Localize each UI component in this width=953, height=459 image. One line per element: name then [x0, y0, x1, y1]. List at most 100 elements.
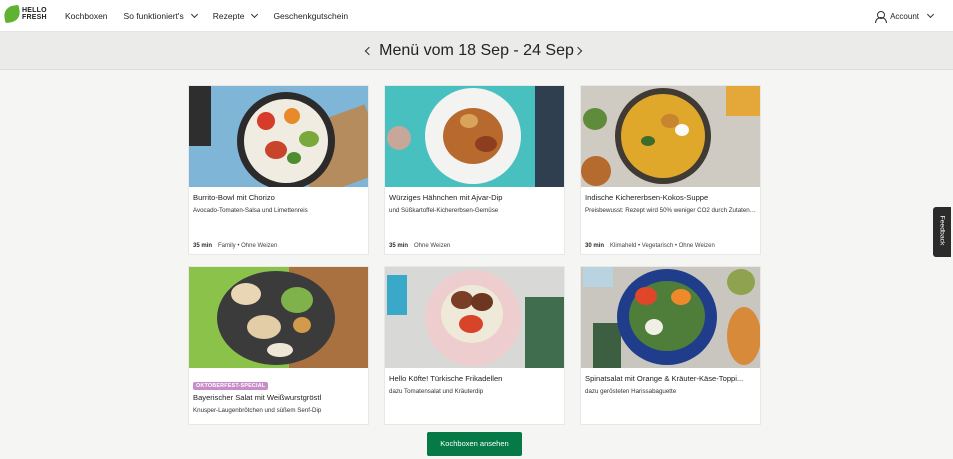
recipe-title: Hello Köfte! Türkische Frikadellen — [389, 374, 503, 383]
recipe-meta: 30 min Klimaheld • Vegetarisch • Ohne Wei… — [585, 243, 715, 249]
recipe-card-body: Spinatsalat mit Orange & Kräuter-Käse-To… — [581, 368, 760, 399]
recipe-tags: Ohne Weizen — [414, 243, 451, 249]
recipe-image — [385, 267, 564, 368]
side-bowl-image — [581, 156, 611, 186]
recipe-subtitle: dazu gerösteten Harissabaguette — [585, 388, 677, 395]
recipe-card[interactable]: Burrito-Bowl mit Chorizo Avocado-Tomaten… — [188, 85, 369, 255]
recipe-image — [581, 267, 760, 368]
recipe-tags: Family • Ohne Weizen — [218, 243, 278, 249]
recipe-subtitle: dazu Tomatensalat und Kräuterdip — [389, 388, 484, 395]
recipe-image — [189, 86, 368, 187]
bowl-side-image — [189, 86, 211, 146]
sausage-image — [293, 317, 311, 333]
next-week-button[interactable] — [572, 42, 590, 60]
nav-links: Kochboxen So funktioniert's Rezepte Gesc… — [65, 0, 364, 32]
napkin-image — [525, 297, 564, 368]
feedback-tab[interactable]: Feedback — [933, 207, 951, 257]
leaf-logo-icon — [2, 4, 22, 24]
recipe-time: 35 min — [389, 243, 409, 249]
recipe-card[interactable]: Würziges Hähnchen mit Ajvar-Dip und Süßk… — [384, 85, 565, 255]
recipe-card[interactable]: Hello Köfte! Türkische Frikadellen dazu … — [384, 266, 565, 425]
nav-geschenkgutschein[interactable]: Geschenkgutschein — [273, 11, 348, 21]
salad-image — [281, 287, 313, 313]
chevron-right-icon — [573, 46, 583, 56]
corn-image — [284, 108, 300, 124]
special-badge: OKTOBERFEST-SPECIAL — [193, 382, 269, 390]
nav-kochboxen[interactable]: Kochboxen — [65, 11, 108, 21]
recipe-meta: 35 min Family • Ohne Weizen — [193, 243, 277, 249]
chevron-down-icon — [251, 10, 259, 19]
herb-image — [287, 152, 301, 164]
nav-kochboxen-label: Kochboxen — [65, 11, 108, 21]
recipe-card[interactable]: OKTOBERFEST-SPECIAL Bayerischer Salat mi… — [188, 266, 369, 425]
pepper-image — [635, 287, 657, 305]
glass-image — [387, 275, 407, 315]
yogurt-image — [675, 124, 689, 136]
recipe-card[interactable]: Indische Kichererbsen-Kokos-Suppe Preisb… — [580, 85, 761, 255]
chickpea-image — [460, 114, 478, 128]
recipe-subtitle: Preisbewusst: Rezept wird 50% weniger CO… — [585, 207, 756, 214]
side-bowl-image — [727, 269, 755, 295]
chevron-down-icon — [926, 10, 935, 19]
chevron-down-icon — [190, 10, 198, 19]
account-menu[interactable]: Account — [875, 0, 935, 32]
recipe-card-body: Hello Köfte! Türkische Frikadellen dazu … — [385, 368, 564, 399]
previous-week-button[interactable] — [359, 42, 377, 60]
recipe-card-body: Indische Kichererbsen-Kokos-Suppe Preisb… — [581, 187, 760, 249]
recipe-time: 35 min — [193, 243, 213, 249]
baguette-image — [727, 307, 760, 365]
recipe-image — [581, 86, 760, 187]
soup-image — [621, 94, 705, 178]
recipe-subtitle: Knusper-Laugenbrötchen und süßem Senf-Di… — [193, 407, 322, 414]
napkin-image — [535, 86, 564, 187]
recipe-title: Spinatsalat mit Orange & Kräuter-Käse-To… — [585, 374, 744, 383]
recipe-subtitle: Avocado-Tomaten-Salsa und Limettenreis — [193, 207, 308, 214]
recipe-title: Würziges Hähnchen mit Ajvar-Dip — [389, 193, 503, 202]
kofte-image — [471, 293, 493, 311]
recipe-image — [385, 86, 564, 187]
recipe-card-body: Würziges Hähnchen mit Ajvar-Dip und Süßk… — [385, 187, 564, 249]
rice-image — [441, 285, 503, 343]
chorizo-image — [265, 141, 287, 159]
tomato-image — [257, 112, 275, 130]
napkin-image — [593, 323, 621, 368]
hellofresh-logo[interactable]: HELLO FRESH — [2, 4, 52, 24]
view-boxes-button[interactable]: Kochboxen ansehen — [427, 432, 522, 456]
recipe-image — [189, 267, 368, 368]
recipe-subtitle: und Süßkartoffel-Kichererbsen-Gemüse — [389, 207, 499, 214]
recipe-time: 30 min — [585, 243, 605, 249]
dip-image — [267, 343, 293, 357]
kofte-image — [451, 291, 473, 309]
recipe-card-body: OKTOBERFEST-SPECIAL Bayerischer Salat mi… — [189, 368, 368, 418]
top-nav: HELLO FRESH Kochboxen So funktioniert's … — [0, 0, 953, 32]
nav-rezepte[interactable]: Rezepte — [212, 10, 259, 21]
feedback-label: Feedback — [938, 215, 946, 246]
week-selector: Menü vom 18 Sep - 24 Sep — [0, 32, 953, 70]
user-icon — [875, 10, 888, 23]
cheese-image — [645, 319, 663, 335]
nav-geschenkgutschein-label: Geschenkgutschein — [273, 11, 349, 21]
towel-image — [726, 86, 760, 116]
recipe-title: Indische Kichererbsen-Kokos-Suppe — [585, 193, 709, 202]
sweet-potato-image — [475, 136, 497, 152]
recipe-card-body: Burrito-Bowl mit Chorizo Avocado-Tomaten… — [189, 187, 368, 249]
recipe-title: Bayerischer Salat mit Weißwurstgröstl — [193, 393, 322, 402]
herb-bowl-image — [583, 108, 607, 130]
nav-so-funktionierts[interactable]: So funktioniert's — [123, 10, 198, 21]
glass-image — [583, 267, 613, 287]
pretzel-roll-image — [247, 315, 281, 339]
nav-rezepte-label: Rezepte — [212, 11, 245, 21]
orange-image — [671, 289, 691, 305]
dip-bowl-image — [387, 126, 411, 150]
pretzel-roll-image — [231, 283, 261, 305]
spinach-image — [641, 136, 655, 146]
tomato-salad-image — [459, 315, 483, 333]
recipe-title: Burrito-Bowl mit Chorizo — [193, 193, 275, 202]
nav-so-funktionierts-label: So funktioniert's — [123, 11, 184, 21]
recipe-tags: Klimaheld • Vegetarisch • Ohne Weizen — [610, 243, 715, 249]
avocado-image — [299, 131, 319, 147]
menu-week-title: Menü vom 18 Sep - 24 Sep — [379, 42, 574, 59]
recipe-card[interactable]: Spinatsalat mit Orange & Kräuter-Käse-To… — [580, 266, 761, 425]
account-label: Account — [890, 11, 919, 21]
logo-text: HELLO FRESH — [22, 7, 47, 21]
